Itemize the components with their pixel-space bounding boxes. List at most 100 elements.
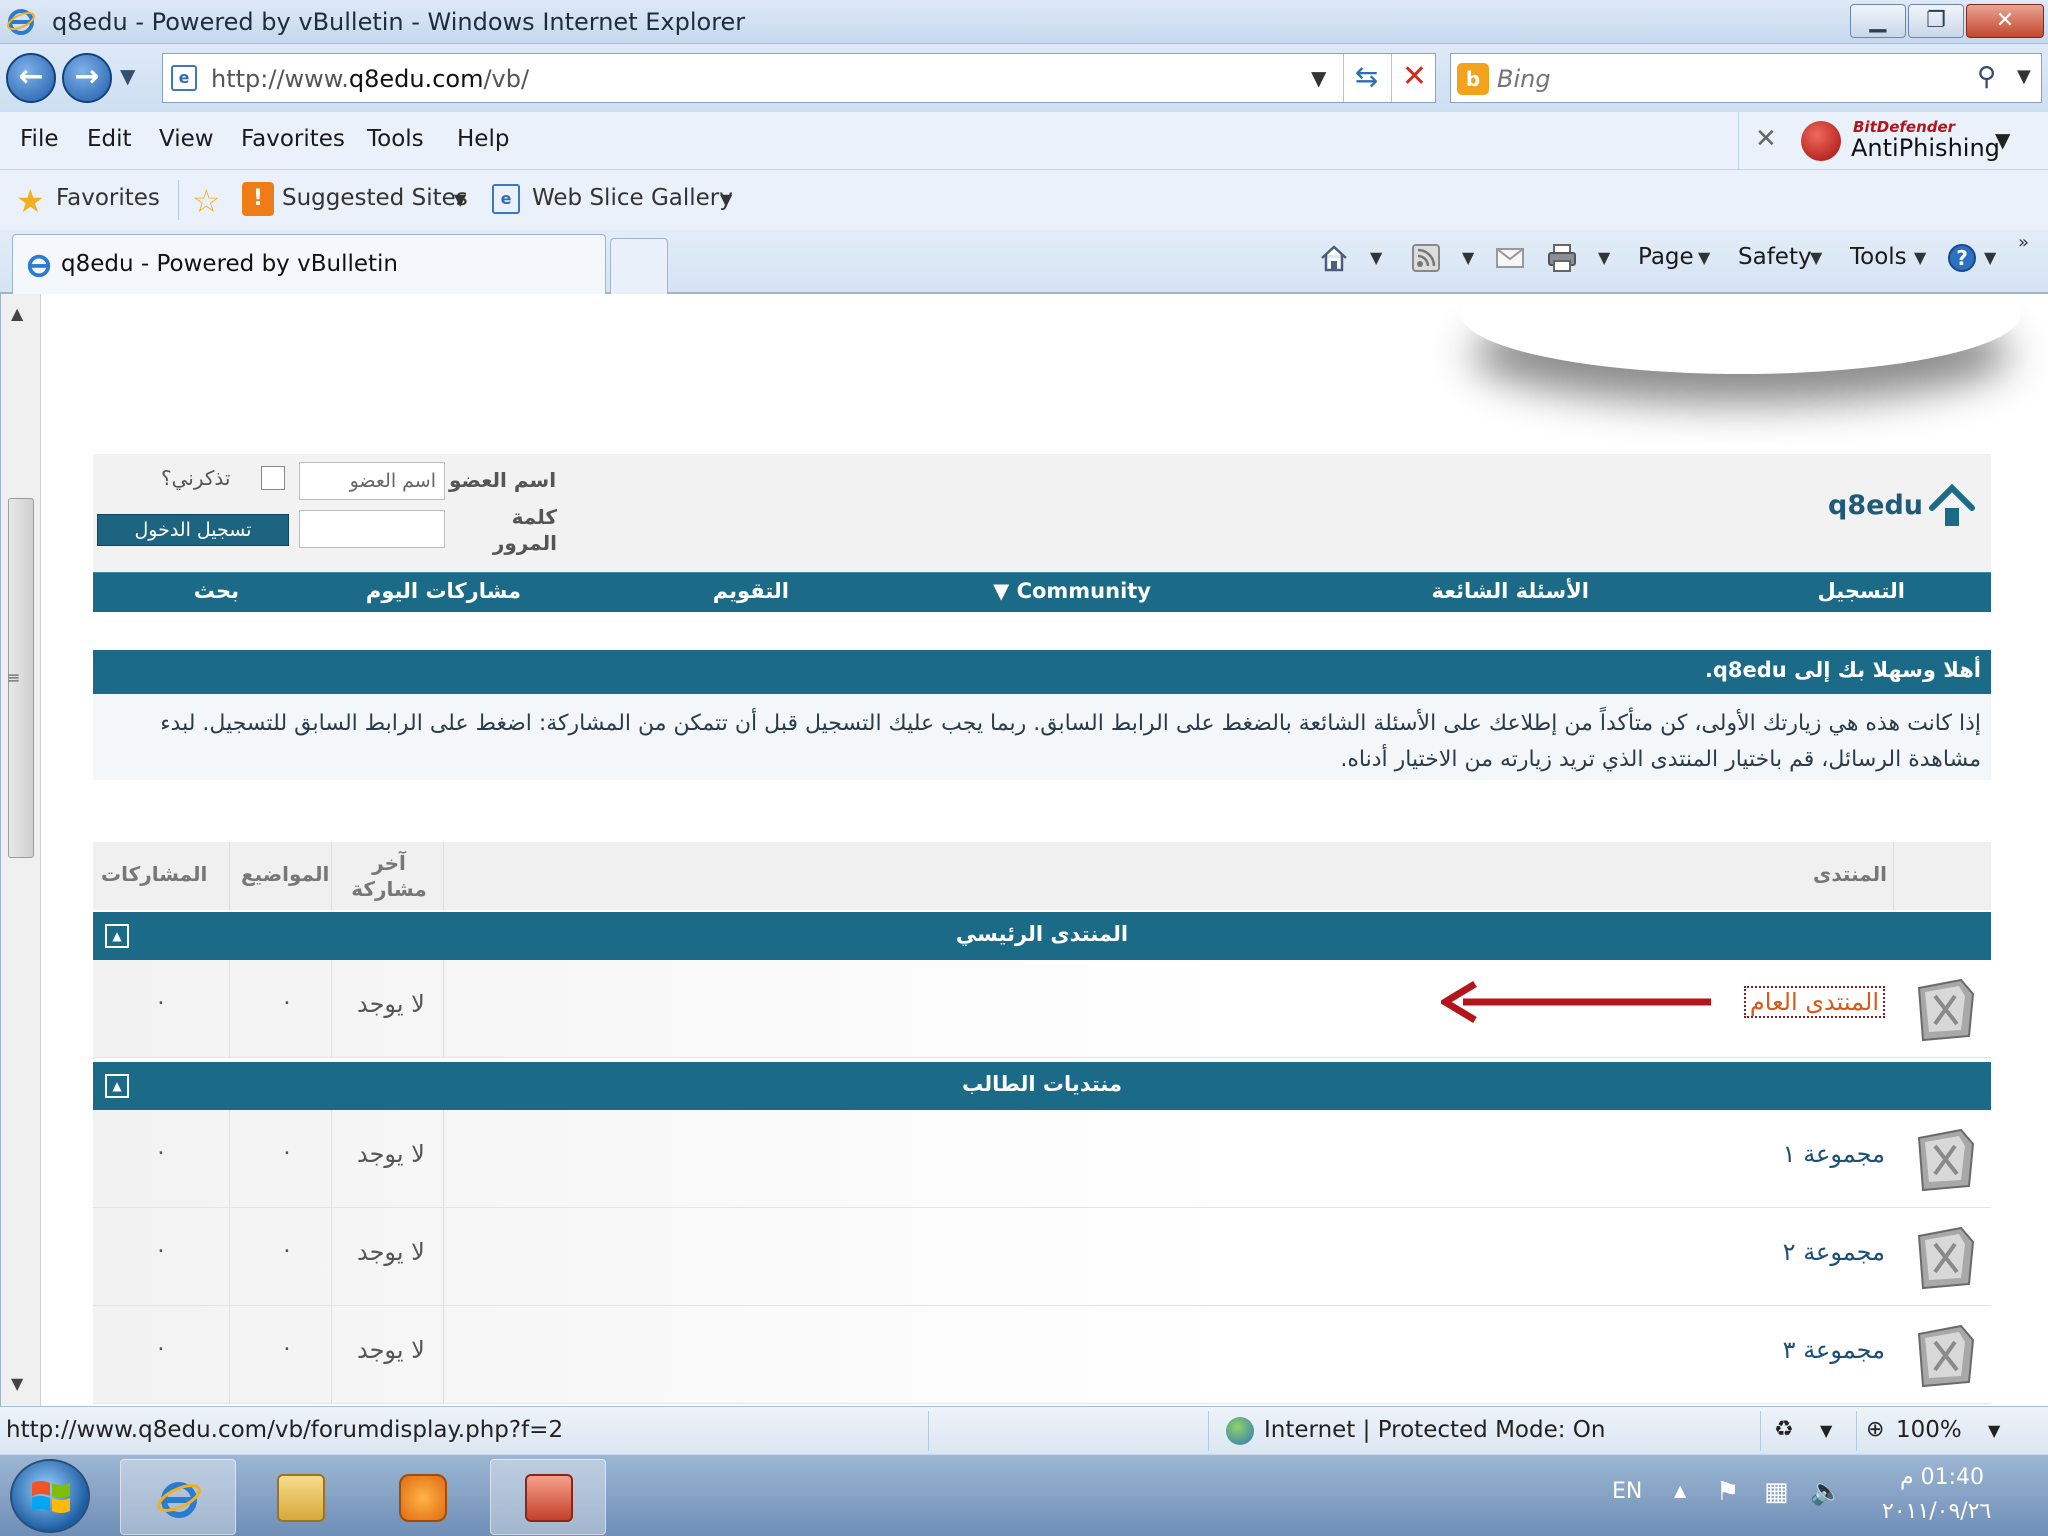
- row-divider: [443, 1110, 444, 1208]
- nav-todays-posts[interactable]: مشاركات اليوم: [366, 579, 521, 603]
- page-dropdown-icon[interactable]: ▼: [1698, 248, 1710, 267]
- network-icon[interactable]: ▦: [1764, 1477, 1789, 1507]
- forum-link[interactable]: مجموعة ١: [1783, 1140, 1885, 1168]
- rss-feed-icon[interactable]: [1410, 242, 1442, 274]
- help-dropdown-icon[interactable]: ▼: [1984, 248, 1996, 267]
- back-button[interactable]: ←: [6, 53, 56, 103]
- security-zone[interactable]: Internet | Protected Mode: On: [1264, 1417, 1606, 1443]
- antiphishing-button[interactable]: AntiPhishing: [1851, 134, 2000, 162]
- address-bar[interactable]: e http://www.q8edu.com/vb/ ▼ ⇆ ✕: [162, 53, 1436, 103]
- protected-mode-icon[interactable]: ♻: [1774, 1417, 1794, 1442]
- show-hidden-icons[interactable]: ▲: [1674, 1481, 1686, 1500]
- safety-menu[interactable]: Safety: [1738, 244, 1812, 270]
- header-shadow-decoration: [1461, 294, 2021, 374]
- taskbar-media-player[interactable]: [364, 1459, 480, 1535]
- more-commands-icon[interactable]: »: [2018, 232, 2029, 253]
- print-icon[interactable]: [1546, 242, 1578, 274]
- password-input[interactable]: [299, 510, 445, 548]
- scroll-down-icon[interactable]: ▼: [11, 1374, 23, 1393]
- tools-menu[interactable]: Tools: [1850, 244, 1907, 270]
- new-tab-button[interactable]: [610, 238, 668, 294]
- web-slice-gallery-link[interactable]: Web Slice Gallery: [532, 185, 733, 211]
- scroll-up-icon[interactable]: ▲: [11, 304, 23, 323]
- minimize-button[interactable]: ▁: [1850, 4, 1906, 38]
- page-menu[interactable]: Page: [1638, 244, 1694, 270]
- forum-status-icon: [1917, 1226, 1975, 1290]
- menu-favorites[interactable]: Favorites: [241, 126, 345, 152]
- print-dropdown-icon[interactable]: ▼: [1598, 248, 1610, 267]
- search-box[interactable]: b ⚲ ▼: [1450, 53, 2042, 103]
- feed-dropdown-icon[interactable]: ▼: [1462, 248, 1474, 267]
- close-toolbar-icon[interactable]: ✕: [1755, 124, 1777, 154]
- forum-status-icon: [1917, 978, 1975, 1042]
- menu-tools[interactable]: Tools: [367, 126, 424, 152]
- search-input[interactable]: [1497, 62, 1967, 96]
- tools-dropdown-icon[interactable]: ▼: [1914, 248, 1926, 267]
- search-options-dropdown[interactable]: ▼: [2017, 66, 2031, 87]
- volume-icon[interactable]: 🔈: [1810, 1477, 1842, 1507]
- help-icon[interactable]: ?: [1946, 242, 1978, 274]
- bitdefender-logo: [1801, 121, 1841, 161]
- antiphishing-dropdown-icon[interactable]: ▼: [1995, 128, 2010, 152]
- web-slice-dropdown-icon[interactable]: ▼: [720, 190, 732, 209]
- forum-header: q8edu اسم العضو تذكرني؟ كلمة المرور تسجي…: [93, 454, 1991, 572]
- tab-q8edu[interactable]: q8edu - Powered by vBulletin: [12, 234, 606, 294]
- protected-mode-dropdown-icon[interactable]: ▼: [1820, 1421, 1832, 1440]
- mail-icon[interactable]: [1494, 242, 1526, 274]
- row-divider: [331, 960, 332, 1058]
- favorites-button[interactable]: Favorites: [56, 185, 160, 211]
- vertical-scrollbar[interactable]: ▲ ≡ ▼: [1, 294, 41, 1406]
- zoom-level[interactable]: 100%: [1896, 1417, 1962, 1443]
- close-window-button[interactable]: ✕: [1966, 4, 2044, 38]
- language-indicator[interactable]: EN: [1612, 1479, 1642, 1504]
- taskbar-internet-explorer[interactable]: [120, 1459, 236, 1535]
- nav-register[interactable]: التسجيل: [1818, 579, 1905, 603]
- forum-post-count: ٠: [155, 1238, 167, 1263]
- forward-button[interactable]: →: [62, 53, 112, 103]
- browser-content: ▲ ≡ ▼ q8edu اسم العضو تذكرني؟ كلمة المرو…: [0, 294, 2048, 1406]
- username-input[interactable]: [299, 462, 445, 500]
- login-button[interactable]: تسجيل الدخول: [97, 514, 289, 546]
- safety-dropdown-icon[interactable]: ▼: [1810, 248, 1822, 267]
- forum-link[interactable]: المنتدى العام: [1743, 986, 1885, 1018]
- search-icon[interactable]: ⚲: [1977, 62, 1996, 92]
- nav-calendar[interactable]: التقويم: [713, 579, 789, 603]
- taskbar-powerpoint[interactable]: [490, 1459, 606, 1535]
- menu-edit[interactable]: Edit: [87, 126, 132, 152]
- start-button[interactable]: [10, 1459, 90, 1533]
- forum-link[interactable]: مجموعة ٢: [1783, 1238, 1885, 1266]
- nav-faq[interactable]: الأسئلة الشائعة: [1432, 579, 1590, 603]
- forum-link[interactable]: مجموعة ٣: [1783, 1336, 1885, 1364]
- internet-explorer-icon: [157, 1482, 201, 1518]
- category-title[interactable]: المنتدى الرئيسي: [93, 922, 1991, 946]
- clock-time[interactable]: 01:40 م: [1900, 1465, 1984, 1490]
- home-dropdown-icon[interactable]: ▼: [1370, 248, 1382, 267]
- home-icon[interactable]: [1318, 242, 1350, 274]
- recent-pages-dropdown[interactable]: ▼: [120, 64, 135, 88]
- column-divider: [1893, 842, 1894, 910]
- category-title[interactable]: منتديات الطالب: [93, 1072, 1991, 1096]
- welcome-title: أهلا وسهلا بك إلى q8edu.: [1704, 658, 1981, 682]
- menu-help[interactable]: Help: [457, 126, 509, 152]
- suggested-sites-link[interactable]: Suggested Sites: [282, 185, 468, 211]
- menu-view[interactable]: View: [159, 126, 214, 152]
- category-header: ▲ المنتدى الرئيسي: [93, 912, 1991, 960]
- address-dropdown-icon[interactable]: ▼: [1311, 66, 1326, 90]
- clock-date[interactable]: ٢٠١١/٠٩/٢٦: [1882, 1499, 1991, 1524]
- action-center-flag-icon[interactable]: ⚑: [1716, 1477, 1739, 1507]
- add-favorite-icon[interactable]: ☆: [192, 182, 221, 220]
- menu-file[interactable]: File: [20, 126, 59, 152]
- refresh-button[interactable]: ⇆: [1343, 54, 1389, 102]
- site-logo-text: q8edu: [1828, 490, 1923, 521]
- stop-button[interactable]: ✕: [1391, 54, 1437, 102]
- nav-community[interactable]: ▼ Community: [993, 579, 1151, 603]
- remember-me-checkbox[interactable]: [261, 466, 285, 490]
- row-divider: [229, 960, 230, 1058]
- address-url[interactable]: http://www.q8edu.com/vb/: [211, 65, 529, 93]
- nav-search[interactable]: بحث: [194, 579, 239, 603]
- restore-button[interactable]: ❐: [1908, 4, 1964, 38]
- column-divider: [331, 842, 332, 910]
- taskbar-windows-explorer[interactable]: [242, 1459, 358, 1535]
- zoom-dropdown-icon[interactable]: ▼: [1988, 1421, 2000, 1440]
- suggested-sites-dropdown-icon[interactable]: ▼: [454, 190, 466, 209]
